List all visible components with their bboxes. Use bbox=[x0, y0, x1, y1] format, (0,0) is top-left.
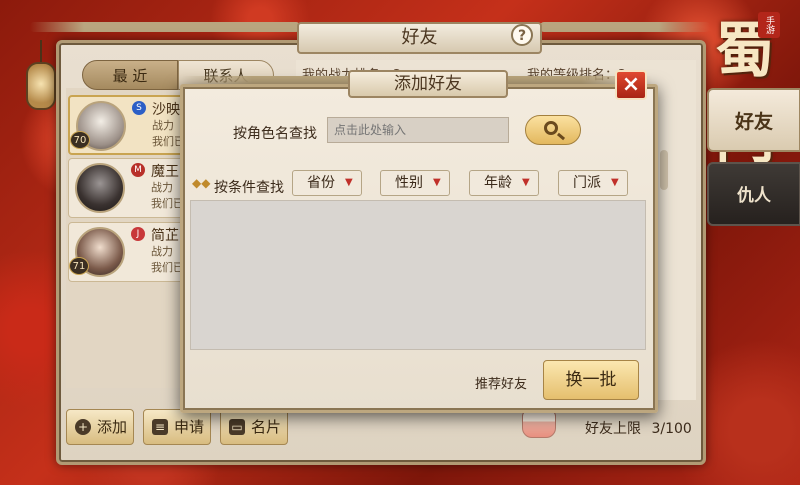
chevron-down-icon: ▼ bbox=[611, 177, 619, 188]
friend-name: 沙映 bbox=[152, 102, 180, 118]
chevron-down-icon: ▼ bbox=[345, 177, 353, 188]
refresh-button[interactable]: 换一批 bbox=[543, 360, 639, 400]
school-dropdown[interactable]: 门派 ▼ bbox=[558, 170, 628, 196]
friend-power: 战力 bbox=[151, 245, 173, 258]
card-button-label: 名片 bbox=[251, 418, 282, 436]
province-dropdown[interactable]: 省份 ▼ bbox=[292, 170, 362, 196]
name-search-input[interactable] bbox=[327, 117, 509, 143]
school-icon: S bbox=[132, 101, 146, 115]
scrollbar[interactable] bbox=[660, 150, 668, 190]
lantern-string bbox=[40, 40, 42, 64]
title-ornament-right bbox=[540, 22, 710, 32]
search-button[interactable] bbox=[525, 115, 581, 145]
dialog-title: 添加好友 bbox=[348, 70, 508, 98]
search-icon bbox=[544, 121, 558, 135]
request-button[interactable]: ≡ 申请 bbox=[143, 409, 211, 445]
gender-dropdown-label: 性别 bbox=[395, 175, 423, 191]
avatar bbox=[75, 163, 125, 213]
friend-power: 战力 bbox=[152, 119, 174, 132]
search-by-condition-label: 按条件查找 bbox=[214, 180, 284, 196]
cake-icon[interactable] bbox=[522, 410, 556, 438]
search-results-list[interactable] bbox=[190, 200, 646, 350]
card-button[interactable]: ▭ 名片 bbox=[220, 409, 288, 445]
province-dropdown-label: 省份 bbox=[307, 175, 335, 191]
game-logo: 蜀门 bbox=[715, 16, 775, 172]
friend-limit: 好友上限 3/100 bbox=[585, 418, 692, 438]
request-button-label: 申请 bbox=[174, 418, 205, 436]
side-tab-friends[interactable]: 好友 bbox=[707, 88, 800, 152]
lantern-icon bbox=[26, 62, 56, 110]
level-badge: 70 bbox=[70, 131, 90, 149]
add-button[interactable]: + 添加 bbox=[66, 409, 134, 445]
diamond-bullet-icon: ◆◆ bbox=[192, 176, 211, 190]
chevron-down-icon: ▼ bbox=[522, 177, 530, 188]
level-badge: 71 bbox=[69, 257, 89, 275]
age-dropdown-label: 年龄 bbox=[484, 175, 512, 191]
chevron-down-icon: ▼ bbox=[433, 177, 441, 188]
recommend-label: 推荐好友 bbox=[475, 377, 528, 392]
friend-limit-value: 3/100 bbox=[651, 421, 692, 437]
logo-seal: 手游 bbox=[758, 12, 780, 38]
tab-recent[interactable]: 最 近 bbox=[82, 60, 178, 90]
friend-name: 魔王 bbox=[151, 164, 179, 180]
close-button[interactable]: × bbox=[615, 70, 647, 100]
friend-limit-label: 好友上限 bbox=[585, 421, 641, 437]
plus-icon: + bbox=[75, 419, 91, 435]
side-tab-enemies[interactable]: 仇人 bbox=[707, 162, 800, 226]
age-dropdown[interactable]: 年龄 ▼ bbox=[469, 170, 539, 196]
friend-power: 战力 bbox=[151, 181, 173, 194]
gender-dropdown[interactable]: 性别 ▼ bbox=[380, 170, 450, 196]
close-icon: × bbox=[621, 72, 641, 97]
school-dropdown-label: 门派 bbox=[573, 175, 601, 191]
card-icon: ▭ bbox=[229, 419, 245, 435]
document-icon: ≡ bbox=[152, 419, 168, 435]
window-title: 好友 bbox=[297, 22, 542, 54]
help-icon[interactable]: ? bbox=[511, 24, 533, 46]
search-by-name-label: 按角色名查找 bbox=[233, 126, 317, 142]
add-button-label: 添加 bbox=[97, 418, 128, 436]
title-ornament-left bbox=[30, 22, 300, 32]
school-icon: M bbox=[131, 163, 145, 177]
school-icon: J bbox=[131, 227, 145, 241]
friend-name: 简芷 bbox=[151, 228, 179, 244]
